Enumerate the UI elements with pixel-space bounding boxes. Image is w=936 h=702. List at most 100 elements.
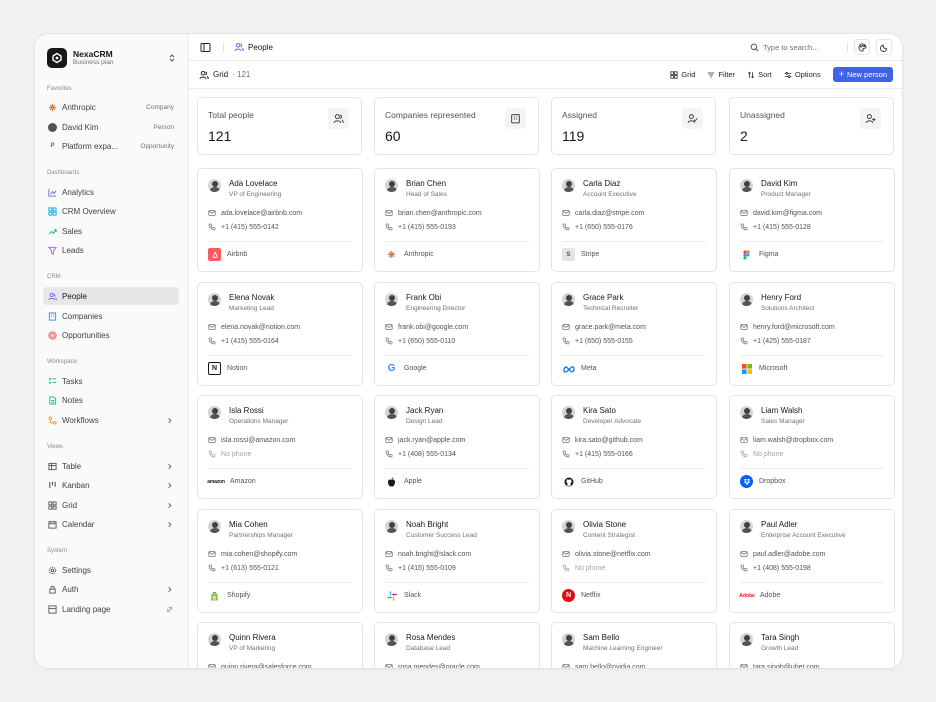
sidebar-item-calendar[interactable]: Calendar (43, 515, 179, 533)
sort-button[interactable]: Sort (747, 70, 772, 79)
email-row[interactable]: frank.obi@google.com (385, 323, 468, 331)
person-card[interactable]: Quinn Rivera VP of Marketing quinn.rivera@… (197, 622, 363, 668)
person-card[interactable]: Henry Ford Solutions Architect henry.ford@… (729, 282, 895, 386)
email-row[interactable]: quinn.rivera@salesforce.com (208, 663, 312, 668)
person-card[interactable]: Olivia Stone Content Strategist olivia.sto… (551, 509, 717, 613)
phone-row[interactable]: +1 (650) 555-0110 (385, 337, 455, 345)
phone-row[interactable]: +1 (613) 555-0121 (208, 564, 279, 572)
person-card[interactable]: Rosa Mendes Database Lead rosa.mendes@orac… (374, 622, 540, 668)
email-row[interactable]: isla.rossi@amazon.com (208, 436, 295, 444)
sidebar-item-crm-overview[interactable]: CRM Overview (43, 202, 179, 220)
person-card[interactable]: Paul Adler Enterprise Account Executive pa… (729, 509, 895, 613)
filter-button[interactable]: Filter (707, 70, 735, 79)
phone-row[interactable]: +1 (650) 555-0155 (562, 337, 633, 345)
company-link[interactable]: Slack (385, 589, 421, 602)
phone-row[interactable]: No phone (562, 564, 605, 572)
email-row[interactable]: liam.walsh@dropbox.com (740, 436, 833, 444)
email-row[interactable]: kira.sato@github.com (562, 436, 643, 444)
company-link[interactable]: G Google (385, 362, 427, 375)
person-card[interactable]: Ada Lovelace VP of Engineering ada.lovelac… (197, 168, 363, 272)
company-link[interactable]: amazon Amazon (207, 475, 255, 488)
sidebar-item-companies[interactable]: Companies (43, 307, 179, 325)
email-row[interactable]: sam.bello@nvidia.com (562, 663, 646, 668)
phone-row[interactable]: No phone (740, 450, 783, 458)
sidebar-item-notes[interactable]: Notes (43, 391, 179, 409)
email-row[interactable]: henry.ford@microsoft.com (740, 323, 835, 331)
email-row[interactable]: david.kim@figma.com (740, 209, 822, 217)
phone-row[interactable]: +1 (415) 555-0109 (385, 564, 456, 572)
phone-row[interactable]: +1 (415) 555-0128 (740, 223, 811, 231)
company-link[interactable]: N Notion (208, 362, 247, 375)
email-row[interactable]: olivia.stone@netflix.com (562, 550, 651, 558)
company-link[interactable]: Microsoft (740, 362, 787, 375)
phone-row[interactable]: No phone (208, 450, 251, 458)
workspace-switcher[interactable]: NexaCRM Business plan (47, 46, 177, 70)
person-card[interactable]: Elena Novak Marketing Lead elena.novak@not… (197, 282, 363, 386)
phone-row[interactable]: +1 (415) 555-0166 (562, 450, 633, 458)
sidebar-item-analytics[interactable]: Analytics (43, 183, 179, 201)
search-input[interactable]: Type to search... (763, 43, 843, 52)
person-card[interactable]: Kira Sato Developer Advocate kira.sato@git… (551, 395, 717, 499)
email-row[interactable]: tara.singh@uber.com (740, 663, 820, 668)
sidebar-item-people[interactable]: People (43, 287, 179, 305)
company-link[interactable]: N Netflix (562, 589, 600, 602)
email-row[interactable]: rosa.mendes@oracle.com (385, 663, 480, 668)
person-card[interactable]: Liam Walsh Sales Manager liam.walsh@dropbo… (729, 395, 895, 499)
person-card[interactable]: Isla Rossi Operations Manager isla.rossi@a… (197, 395, 363, 499)
person-card[interactable]: Tara Singh Growth Lead tara.singh@uber.com (729, 622, 895, 668)
options-button[interactable]: Options (784, 70, 821, 79)
company-link[interactable]: S Stripe (562, 248, 599, 261)
theme-palette-button[interactable] (854, 39, 870, 55)
sidebar-item-settings[interactable]: Settings (43, 561, 179, 579)
email-row[interactable]: elena.novak@notion.com (208, 323, 300, 331)
person-card[interactable]: Jack Ryan Design Lead jack.ryan@apple.com +… (374, 395, 540, 499)
person-card[interactable]: Carla Diaz Account Executive carla.diaz@st… (551, 168, 717, 272)
phone-row[interactable]: +1 (425) 555-0187 (740, 337, 811, 345)
favorite-item-david-kim[interactable]: David Kim Person (43, 118, 179, 136)
sidebar-item-table[interactable]: Table (43, 457, 179, 475)
company-link[interactable]: Adobe Adobe (739, 589, 780, 602)
company-link[interactable]: Airbnb (208, 248, 247, 261)
company-link[interactable]: Anthropic (385, 248, 434, 261)
person-card[interactable]: David Kim Product Manager david.kim@figma.… (729, 168, 895, 272)
company-link[interactable]: S Shopify (208, 589, 250, 602)
search-box[interactable]: Type to search... (750, 43, 843, 52)
person-card[interactable]: Sam Bello Machine Learning Engineer sam.be… (551, 622, 717, 668)
sidebar-item-landing-page[interactable]: Landing page (43, 600, 179, 618)
company-link[interactable]: Meta (562, 362, 597, 375)
person-card[interactable]: Grace Park Technical Recruiter grace.park@… (551, 282, 717, 386)
phone-row[interactable]: +1 (650) 555-0176 (562, 223, 633, 231)
phone-row[interactable]: +1 (415) 555-0142 (208, 223, 279, 231)
favorite-item-platform[interactable]: P Platform expa... Opportunity (43, 137, 179, 155)
phone-row[interactable]: +1 (415) 555-0164 (208, 337, 279, 345)
sidebar-item-opportunities[interactable]: Opportunities (43, 326, 179, 344)
email-row[interactable]: jack.ryan@apple.com (385, 436, 465, 444)
sidebar-item-auth[interactable]: Auth (43, 580, 179, 598)
sidebar-toggle-icon[interactable] (199, 41, 211, 53)
email-row[interactable]: mia.cohen@shopify.com (208, 550, 297, 558)
phone-row[interactable]: +1 (408) 555-0198 (740, 564, 811, 572)
dark-mode-button[interactable] (876, 39, 892, 55)
grid-view-button[interactable]: Grid (670, 70, 695, 79)
person-card[interactable]: Noah Bright Customer Success Lead noah.bri… (374, 509, 540, 613)
email-row[interactable]: carla.diaz@stripe.com (562, 209, 644, 217)
company-link[interactable]: Apple (385, 475, 422, 488)
sidebar-item-kanban[interactable]: Kanban (43, 476, 179, 494)
company-link[interactable]: GitHub (562, 475, 603, 488)
person-card[interactable]: Brian Chen Head of Sales brian.chen@anthro… (374, 168, 540, 272)
email-row[interactable]: noah.bright@slack.com (385, 550, 471, 558)
person-card[interactable]: Mia Cohen Partnerships Manager mia.cohen@s… (197, 509, 363, 613)
favorite-item-anthropic[interactable]: Anthropic Company (43, 98, 179, 116)
phone-row[interactable]: +1 (408) 555-0134 (385, 450, 456, 458)
person-card[interactable]: Frank Obi Engineering Director frank.obi@g… (374, 282, 540, 386)
email-row[interactable]: brian.chen@anthropic.com (385, 209, 482, 217)
company-link[interactable]: Figma (740, 248, 778, 261)
sidebar-item-tasks[interactable]: Tasks (43, 372, 179, 390)
email-row[interactable]: grace.park@meta.com (562, 323, 646, 331)
sidebar-item-leads[interactable]: Leads (43, 241, 179, 259)
email-row[interactable]: ada.lovelace@airbnb.com (208, 209, 302, 217)
new-person-button[interactable]: + New person (832, 67, 893, 82)
email-row[interactable]: paul.adler@adobe.com (740, 550, 826, 558)
phone-row[interactable]: +1 (415) 555-0193 (385, 223, 456, 231)
company-link[interactable]: Dropbox (740, 475, 785, 488)
